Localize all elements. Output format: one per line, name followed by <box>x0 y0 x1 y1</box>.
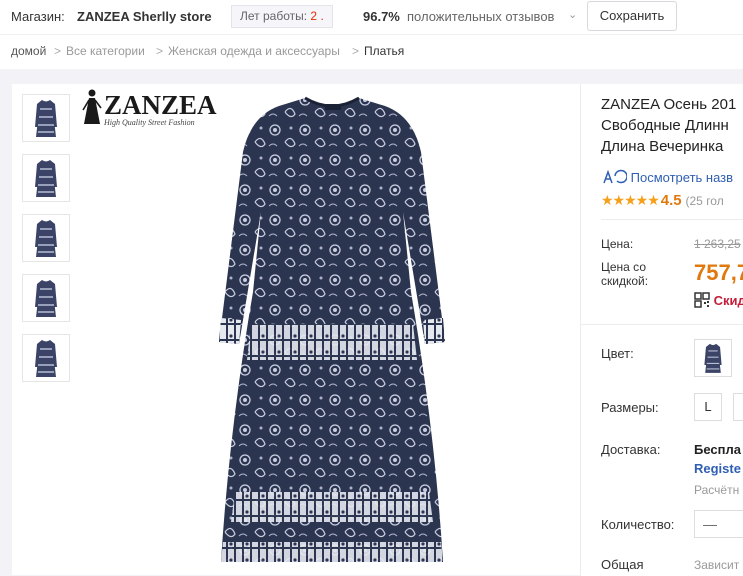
thumbnail-4[interactable] <box>22 274 70 322</box>
product-title: ZANZEA Осень 201 Свободные Длинн Длина В… <box>601 94 736 157</box>
product-title-line: Свободные Длинн <box>601 117 729 134</box>
thumbnail-5[interactable] <box>22 334 70 382</box>
shipping-method-link[interactable]: Registe <box>694 461 741 476</box>
thumbnail-2[interactable] <box>22 154 70 202</box>
compare-icon <box>603 169 628 184</box>
years-badge: Лет работы: 2 . <box>231 5 333 28</box>
store-name-link[interactable]: ZANZEA Sherlly store <box>77 9 212 24</box>
breadcrumb-separator: > <box>352 44 360 58</box>
total-note: Зависит <box>694 558 740 572</box>
color-label: Цвет: <box>601 346 634 361</box>
breadcrumb-dresses: Платья <box>364 44 405 58</box>
coupon-link[interactable]: Скид <box>694 292 743 308</box>
price-old: 1 263,25 <box>694 237 741 251</box>
store-label: Магазин: <box>11 9 65 24</box>
shipping-estimate: Расчётн <box>694 483 740 497</box>
rating-row[interactable]: ★★★★★ 4.5 (25 гол <box>601 192 724 209</box>
rating-stars-icon: ★★★★★ <box>601 192 660 208</box>
discount-price-label: Цена со скидкой: <box>601 260 648 288</box>
logo-figure-icon <box>82 89 102 124</box>
quantity-label: Количество: <box>601 517 675 532</box>
product-main-image[interactable] <box>207 92 457 575</box>
breadcrumb-separator: > <box>156 44 164 58</box>
thumbnail-3[interactable] <box>22 214 70 262</box>
size-option[interactable] <box>733 393 743 421</box>
price-label: Цена: <box>601 237 634 251</box>
breadcrumb-all-categories[interactable]: Все категории <box>66 44 145 58</box>
logo-wordmark: ZANZEA <box>104 90 217 120</box>
compare-link[interactable]: Посмотреть назв <box>601 169 733 185</box>
discount-label-line: скидкой: <box>601 274 649 288</box>
shipping-label: Доставка: <box>601 442 661 457</box>
quantity-decrease-button[interactable]: — <box>694 510 743 538</box>
price-discounted: 757,7 <box>694 260 743 285</box>
positive-percent: 96.7% <box>363 9 400 24</box>
sizes-label: Размеры: <box>601 400 659 415</box>
size-option-l[interactable]: L <box>694 393 722 421</box>
chevron-down-icon[interactable]: ⌄ <box>568 8 577 21</box>
color-swatch[interactable] <box>694 339 732 377</box>
save-store-button[interactable]: Сохранить <box>587 1 677 31</box>
rating-count: (25 гол <box>685 194 724 208</box>
compare-link-label: Посмотреть назв <box>630 170 734 185</box>
breadcrumb: домой > Все категории > Женская одежда и… <box>0 34 743 69</box>
store-bar: Магазин: ZANZEA Sherlly store Лет работы… <box>0 0 743 34</box>
years-label: Лет работы: <box>240 9 308 23</box>
breadcrumb-women-clothing[interactable]: Женская одежда и аксессуары <box>168 44 340 58</box>
positive-label[interactable]: положительных отзывов <box>407 9 554 24</box>
qr-code-icon <box>694 292 710 308</box>
thumbnail-1[interactable] <box>22 94 70 142</box>
product-title-line: ZANZEA Осень 201 <box>601 96 737 113</box>
discount-label-line: Цена со <box>601 260 646 274</box>
years-value: 2 <box>310 9 318 23</box>
total-label: Общая <box>601 557 644 572</box>
shipping-free: Беспла <box>694 442 741 457</box>
breadcrumb-home[interactable]: домой <box>11 44 46 58</box>
breadcrumb-separator: > <box>54 44 62 58</box>
divider <box>601 219 743 220</box>
logo-tagline: High Quality Street Fashion <box>104 118 195 127</box>
rating-value: 4.5 <box>660 192 682 209</box>
product-title-line: Длина Вечеринка <box>601 138 724 155</box>
coupon-label: Скид <box>713 293 743 308</box>
brand-logo: ZANZEA High Quality Street Fashion <box>80 88 217 133</box>
